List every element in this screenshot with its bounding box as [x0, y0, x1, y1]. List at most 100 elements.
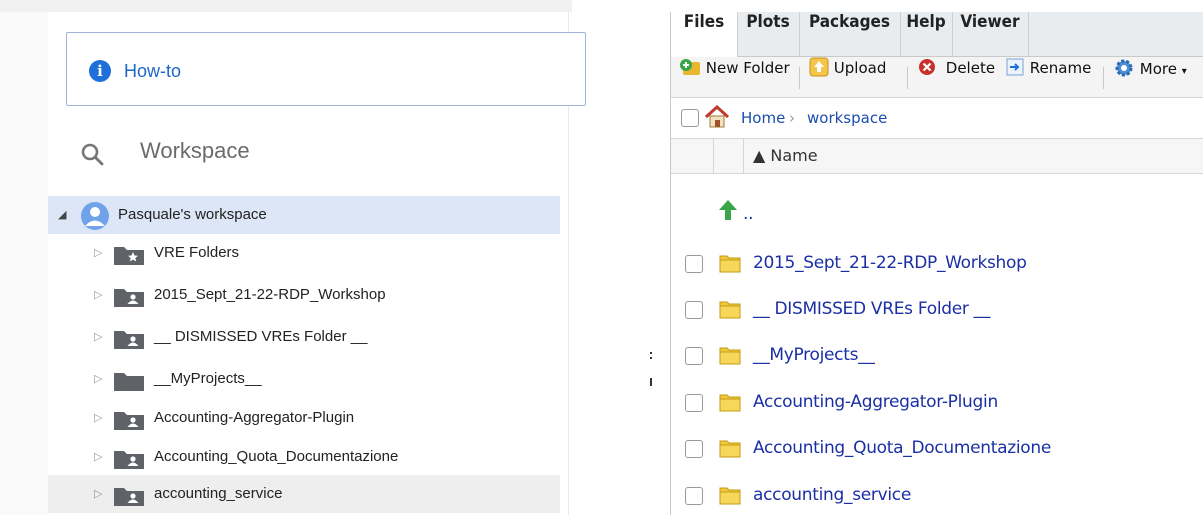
shared-folder-icon	[114, 289, 144, 307]
file-name-link[interactable]: Accounting_Quota_Documentazione	[753, 438, 1051, 458]
expand-triangle-icon[interactable]: ▷	[94, 288, 102, 301]
folder-icon	[719, 440, 741, 458]
new-folder-button[interactable]: New Folder	[679, 57, 790, 97]
file-row[interactable]: accounting_service	[671, 473, 1203, 519]
tree-item-label: __MyProjects__	[154, 370, 262, 387]
tab-packages[interactable]: Packages	[799, 12, 901, 56]
toolbar-separator	[907, 67, 908, 89]
delete-button[interactable]: Delete	[917, 57, 995, 97]
upload-icon	[809, 57, 829, 77]
file-row[interactable]: __MyProjects__	[671, 333, 1203, 379]
tree-item[interactable]: ▷ __ DISMISSED VREs Folder __	[48, 318, 560, 356]
file-checkbox[interactable]	[685, 487, 703, 505]
search-icon[interactable]	[80, 142, 104, 166]
tree-item-label: Accounting-Aggregator-Plugin	[154, 409, 355, 426]
file-name-link[interactable]: accounting_service	[753, 485, 911, 505]
new-folder-label: New Folder	[705, 59, 790, 77]
file-name-link[interactable]: 2015_Sept_21-22-RDP_Workshop	[753, 253, 1027, 273]
tree-item-label: Accounting_Quota_Documentazione	[154, 448, 399, 465]
file-name-link[interactable]: Accounting-Aggregator-Plugin	[753, 392, 998, 412]
tab-bar: Files Plots Packages Help Viewer	[671, 12, 1203, 57]
parent-dir-link[interactable]: ..	[743, 204, 754, 224]
tree-root-label: Pasquale's workspace	[118, 206, 267, 223]
expand-triangle-icon[interactable]: ▷	[94, 450, 102, 463]
new-folder-icon	[680, 59, 700, 75]
more-label: More	[1139, 60, 1177, 78]
tree-item[interactable]: ▷ 2015_Sept_21-22-RDP_Workshop	[48, 276, 560, 314]
upload-button[interactable]: Upload	[809, 57, 886, 97]
breadcrumb-current[interactable]: workspace	[807, 109, 887, 127]
upload-label: Upload	[833, 59, 887, 77]
tab-help[interactable]: Help	[900, 12, 953, 56]
expand-triangle-icon[interactable]: ▷	[94, 411, 102, 424]
folder-icon	[719, 255, 741, 273]
file-checkbox[interactable]	[685, 440, 703, 458]
tree-item[interactable]: ▷ accounting_service	[48, 475, 560, 513]
file-row[interactable]: Accounting-Aggregator-Plugin	[671, 380, 1203, 426]
howto-box[interactable]: i How-to	[66, 32, 586, 106]
info-icon: i	[89, 60, 111, 82]
tree-item[interactable]: ▷ __MyProjects__	[48, 360, 560, 398]
splitter-handle[interactable]	[650, 352, 653, 392]
tree-item-label: 2015_Sept_21-22-RDP_Workshop	[154, 286, 386, 303]
tree-item-label: accounting_service	[154, 485, 283, 502]
left-gutter	[0, 12, 48, 515]
name-column-header[interactable]: ▲ Name	[753, 146, 818, 165]
expand-triangle-icon[interactable]: ▷	[94, 330, 102, 343]
workspace-title: Workspace	[140, 138, 250, 163]
folder-icon	[719, 394, 741, 412]
tree-item-label: __ DISMISSED VREs Folder __	[154, 328, 368, 345]
expand-triangle-icon[interactable]: ▷	[94, 246, 102, 259]
tree-item-label: VRE Folders	[154, 244, 240, 261]
file-checkbox[interactable]	[685, 347, 703, 365]
toolbar-separator	[1103, 67, 1104, 89]
file-checkbox[interactable]	[685, 255, 703, 273]
file-row[interactable]: 2015_Sept_21-22-RDP_Workshop	[671, 241, 1203, 287]
user-avatar-icon	[81, 202, 109, 230]
file-row[interactable]: Accounting_Quota_Documentazione	[671, 426, 1203, 472]
top-strip	[0, 0, 572, 12]
file-name-link[interactable]: __MyProjects__	[753, 345, 875, 365]
file-checkbox[interactable]	[685, 301, 703, 319]
parent-dir-row[interactable]: ..	[671, 190, 1203, 236]
files-toolbar: New Folder Upload Delete Rename More ▾	[671, 57, 1203, 98]
column-divider	[743, 139, 744, 173]
collapse-triangle-icon[interactable]: ◢	[58, 208, 66, 221]
up-arrow-icon	[719, 200, 737, 220]
expand-triangle-icon[interactable]: ▷	[94, 487, 102, 500]
tab-viewer[interactable]: Viewer	[952, 12, 1029, 56]
howto-link[interactable]: How-to	[124, 61, 181, 82]
rename-button[interactable]: Rename	[1005, 57, 1091, 97]
breadcrumb-home[interactable]: Home	[741, 109, 785, 127]
shared-folder-icon	[114, 331, 144, 349]
breadcrumb: Home › workspace	[671, 98, 1203, 139]
tree-root[interactable]: ◢ Pasquale's workspace	[48, 196, 560, 234]
files-pane: Files Plots Packages Help Viewer New Fol…	[670, 12, 1203, 515]
folder-icon	[719, 347, 741, 365]
tree-item[interactable]: ▷ Accounting-Aggregator-Plugin	[48, 399, 560, 437]
delete-label: Delete	[945, 59, 996, 77]
more-menu-button[interactable]: More ▾	[1113, 57, 1187, 97]
file-checkbox[interactable]	[685, 394, 703, 412]
tab-plots[interactable]: Plots	[737, 12, 800, 56]
file-name-link[interactable]: __ DISMISSED VREs Folder __	[753, 299, 990, 319]
breadcrumb-separator: ›	[789, 109, 795, 127]
shared-folder-icon	[114, 488, 144, 506]
gear-icon	[1115, 59, 1133, 77]
tree-item[interactable]: ▷ VRE Folders	[48, 234, 560, 272]
rename-label: Rename	[1029, 59, 1092, 77]
select-all-checkbox[interactable]	[681, 109, 699, 127]
delete-icon	[919, 59, 935, 75]
file-list-header: ▲ Name	[671, 139, 1203, 174]
tab-files[interactable]: Files	[671, 12, 738, 57]
expand-triangle-icon[interactable]: ▷	[94, 372, 102, 385]
workspace-panel: i How-to Workspace ◢ Pasquale's workspac…	[0, 0, 652, 515]
column-divider	[713, 139, 714, 173]
tree-item[interactable]: ▷ Accounting_Quota_Documentazione	[48, 438, 560, 476]
star-folder-icon	[114, 247, 144, 265]
chevron-down-icon: ▾	[1181, 66, 1187, 77]
file-row[interactable]: __ DISMISSED VREs Folder __	[671, 287, 1203, 333]
home-icon[interactable]	[704, 105, 730, 129]
folder-icon	[114, 373, 144, 391]
folder-icon	[719, 301, 741, 319]
